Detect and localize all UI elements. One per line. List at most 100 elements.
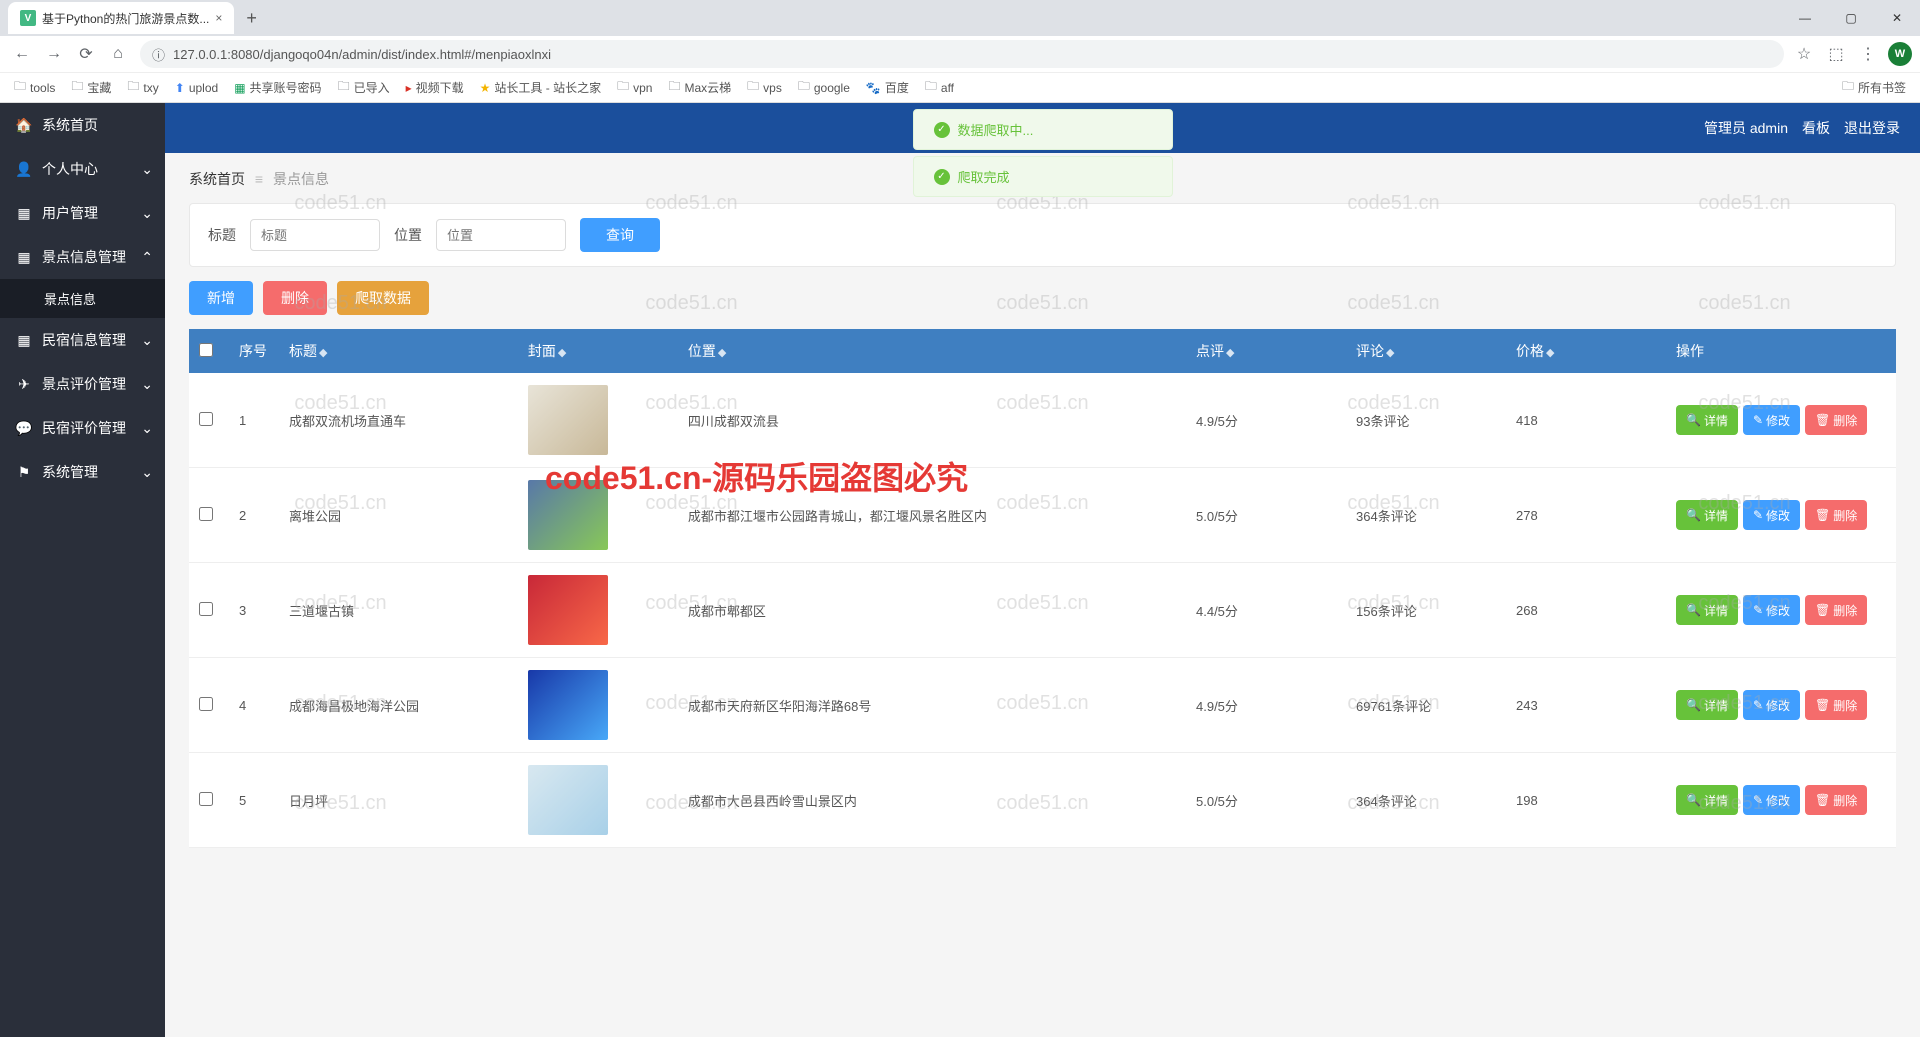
edit-icon: ✎	[1753, 793, 1763, 807]
success-icon: ✓	[934, 169, 950, 185]
col-title[interactable]: 标题◆	[279, 329, 518, 373]
edit-button[interactable]: ✎修改	[1743, 595, 1800, 625]
url-bar[interactable]: ⓘ 127.0.0.1:8080/djangoqo04n/admin/dist/…	[140, 40, 1784, 68]
tab-close-icon[interactable]: ×	[215, 11, 222, 25]
col-rating[interactable]: 点评◆	[1186, 329, 1346, 373]
delete-button[interactable]: 删除	[263, 281, 327, 315]
cell-price: 278	[1506, 468, 1666, 563]
query-button[interactable]: 查询	[580, 218, 660, 252]
table-row: 4 成都海昌极地海洋公园 成都市天府新区华阳海洋路68号 4.9/5分 6976…	[189, 658, 1896, 753]
row-delete-button[interactable]: 🗑删除	[1805, 690, 1867, 720]
edit-button[interactable]: ✎修改	[1743, 785, 1800, 815]
col-cover[interactable]: 封面◆	[518, 329, 678, 373]
bookmark-item[interactable]: 🗀aff	[919, 75, 960, 100]
search-icon: 🔍	[1686, 413, 1701, 427]
bookmark-item[interactable]: ★站长工具 - 站长之家	[474, 77, 607, 98]
forward-icon[interactable]: →	[40, 40, 68, 68]
bookmark-item[interactable]: 🗀已导入	[332, 75, 396, 100]
cover-image	[528, 385, 608, 455]
sidebar-label: 民宿信息管理	[42, 330, 126, 350]
row-delete-button[interactable]: 🗑删除	[1805, 405, 1867, 435]
profile-avatar[interactable]: W	[1888, 42, 1912, 66]
sidebar-item-attractions[interactable]: ▦ 景点信息管理	[0, 235, 165, 279]
edit-button[interactable]: ✎修改	[1743, 500, 1800, 530]
dashboard-link[interactable]: 看板	[1802, 118, 1830, 138]
sidebar-subitem-attraction-info[interactable]: 景点信息	[0, 279, 165, 318]
row-delete-button[interactable]: 🗑删除	[1805, 595, 1867, 625]
sidebar-item-homestay[interactable]: ▦ 民宿信息管理	[0, 318, 165, 362]
sidebar-item-attraction-review[interactable]: ✈ 景点评价管理	[0, 362, 165, 406]
logout-link[interactable]: 退出登录	[1844, 118, 1900, 138]
col-price[interactable]: 价格◆	[1506, 329, 1666, 373]
edit-button[interactable]: ✎修改	[1743, 690, 1800, 720]
maximize-icon[interactable]: ▢	[1828, 0, 1874, 36]
crawl-button[interactable]: 爬取数据	[337, 281, 429, 315]
site-info-icon[interactable]: ⓘ	[152, 45, 165, 64]
detail-button[interactable]: 🔍详情	[1676, 785, 1738, 815]
all-bookmarks[interactable]: 🗀所有书签	[1836, 75, 1912, 100]
cell-reviews: 364条评论	[1346, 753, 1506, 848]
app-container: 🏠 系统首页 👤 个人中心 ▦ 用户管理 ▦ 景点信息管理 景点信息 ▦ 民宿信…	[0, 103, 1920, 1037]
row-checkbox[interactable]	[199, 507, 213, 521]
bookmark-item[interactable]: 🗀vps	[741, 75, 788, 100]
sidebar-item-homestay-review[interactable]: 💬 民宿评价管理	[0, 406, 165, 450]
sidebar-item-system[interactable]: ⚑ 系统管理	[0, 450, 165, 494]
sidebar-item-home[interactable]: 🏠 系统首页	[0, 103, 165, 147]
chat-icon: 💬	[16, 420, 32, 437]
back-icon[interactable]: ←	[8, 40, 36, 68]
search-input-location[interactable]	[436, 219, 566, 251]
cell-title: 成都双流机场直通车	[279, 373, 518, 468]
detail-button[interactable]: 🔍详情	[1676, 405, 1738, 435]
extensions-icon[interactable]: ⬚	[1824, 42, 1848, 66]
col-reviews[interactable]: 评论◆	[1346, 329, 1506, 373]
cell-rating: 4.9/5分	[1186, 658, 1346, 753]
bookmark-item[interactable]: ▸视频下载	[400, 77, 470, 98]
bookmark-item[interactable]: ▦共享账号密码	[228, 77, 327, 98]
cell-reviews: 156条评论	[1346, 563, 1506, 658]
browser-tab[interactable]: V 基于Python的热门旅游景点数... ×	[8, 2, 234, 34]
sidebar-label: 系统首页	[42, 115, 98, 135]
row-checkbox[interactable]	[199, 697, 213, 711]
bookmark-item[interactable]: 🐾百度	[860, 77, 915, 98]
row-checkbox[interactable]	[199, 412, 213, 426]
detail-button[interactable]: 🔍详情	[1676, 690, 1738, 720]
search-input-title[interactable]	[250, 219, 380, 251]
menu-icon[interactable]: ⋮	[1856, 42, 1880, 66]
detail-button[interactable]: 🔍详情	[1676, 595, 1738, 625]
star-icon: ★	[480, 81, 491, 95]
close-window-icon[interactable]: ✕	[1874, 0, 1920, 36]
edit-button[interactable]: ✎修改	[1743, 405, 1800, 435]
new-tab-button[interactable]: +	[234, 8, 269, 29]
folder-icon: 🗀	[617, 77, 629, 98]
add-button[interactable]: 新增	[189, 281, 253, 315]
bookmark-item[interactable]: 🗀宝藏	[65, 75, 117, 100]
row-checkbox[interactable]	[199, 792, 213, 806]
breadcrumb-root[interactable]: 系统首页	[189, 171, 245, 187]
cell-rating: 4.9/5分	[1186, 373, 1346, 468]
share-icon[interactable]: ☆	[1792, 42, 1816, 66]
cell-location: 成都市郫都区	[678, 563, 1186, 658]
bookmark-item[interactable]: ⬆uplod	[169, 79, 224, 97]
reload-icon[interactable]: ⟳	[72, 40, 100, 68]
bookmark-item[interactable]: 🗀Max云梯	[662, 75, 737, 100]
detail-button[interactable]: 🔍详情	[1676, 500, 1738, 530]
row-checkbox[interactable]	[199, 602, 213, 616]
row-delete-button[interactable]: 🗑删除	[1805, 500, 1867, 530]
cell-index: 4	[229, 658, 279, 753]
row-delete-button[interactable]: 🗑删除	[1805, 785, 1867, 815]
bookmark-item[interactable]: 🗀vpn	[611, 75, 658, 100]
sidebar-item-users[interactable]: ▦ 用户管理	[0, 191, 165, 235]
cell-price: 243	[1506, 658, 1666, 753]
sidebar-item-personal[interactable]: 👤 个人中心	[0, 147, 165, 191]
url-text: 127.0.0.1:8080/djangoqo04n/admin/dist/in…	[173, 47, 551, 62]
bookmarks-bar: 🗀tools 🗀宝藏 🗀txy ⬆uplod ▦共享账号密码 🗀已导入 ▸视频下…	[0, 72, 1920, 102]
bookmark-item[interactable]: 🗀tools	[8, 75, 61, 100]
col-index[interactable]: 序号	[229, 329, 279, 373]
minimize-icon[interactable]: —	[1782, 0, 1828, 36]
home-icon[interactable]: ⌂	[104, 40, 132, 68]
select-all-checkbox[interactable]	[199, 343, 213, 357]
bookmark-item[interactable]: 🗀google	[792, 75, 856, 100]
col-location[interactable]: 位置◆	[678, 329, 1186, 373]
bookmark-item[interactable]: 🗀txy	[121, 75, 164, 100]
user-label[interactable]: 管理员 admin	[1704, 118, 1788, 138]
